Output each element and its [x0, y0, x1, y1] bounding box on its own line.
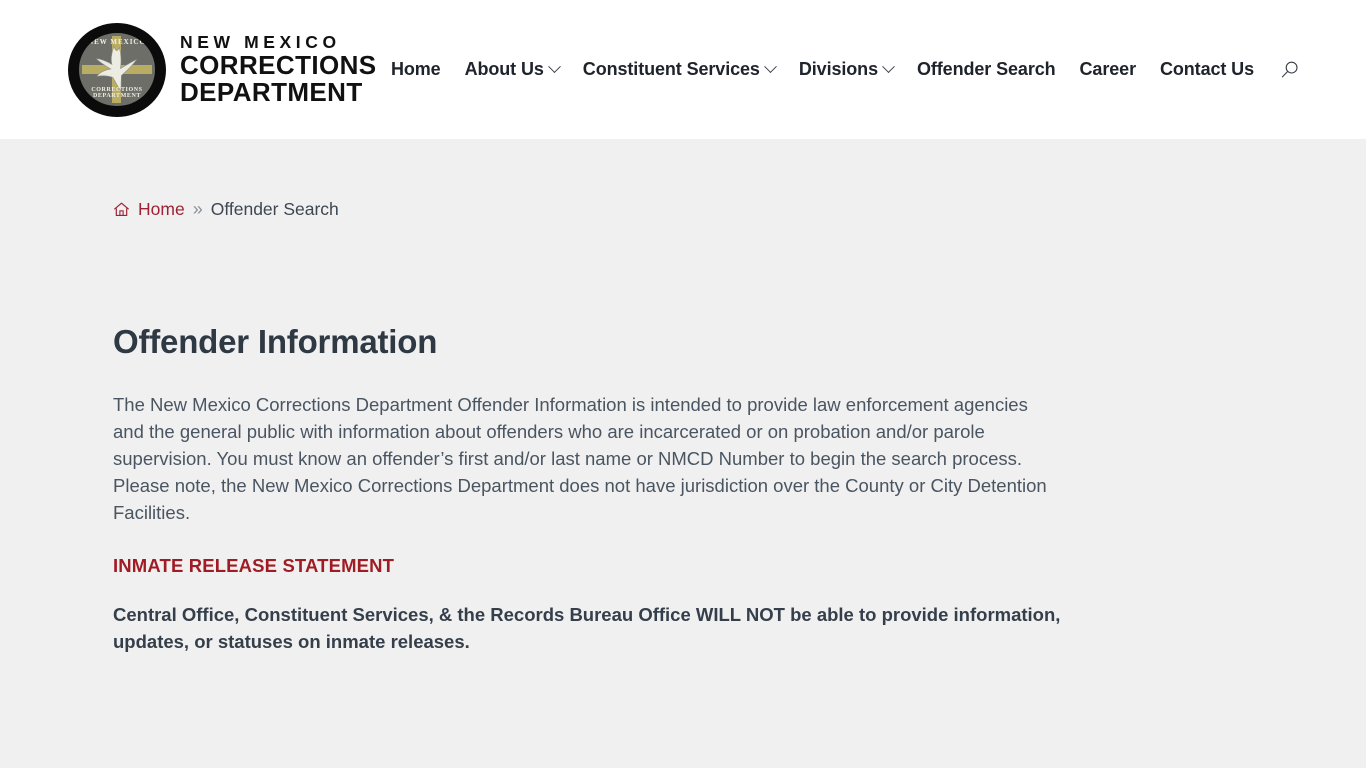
seal-bottom-text: CORRECTIONS DEPARTMENT [91, 86, 143, 99]
nmcd-seal-icon: NEW MEXICO CORRECTIONS DEPARTMENT [68, 22, 166, 117]
nav-item-career[interactable]: Career [1068, 59, 1148, 80]
wordmark-line-2: CORRECTIONS [180, 49, 377, 80]
nav-item-contact-us[interactable]: Contact Us [1148, 59, 1266, 80]
breadcrumb-current-page: Offender Search [210, 199, 339, 219]
wordmark-line-3: DEPARTMENT [180, 76, 363, 107]
nav-item-divisions[interactable]: Divisions [787, 59, 905, 80]
search-icon [1281, 61, 1298, 77]
main-navigation: Home About Us Constituent Services Divis… [391, 59, 1366, 80]
nav-item-offender-search[interactable]: Offender Search [905, 59, 1068, 80]
search-toggle-button[interactable] [1266, 60, 1300, 80]
nav-item-career-label: Career [1079, 59, 1137, 79]
chevron-down-icon [763, 60, 777, 74]
nav-item-home-label: Home [390, 59, 441, 79]
home-icon [114, 202, 129, 217]
chevron-down-icon [547, 60, 561, 74]
inmate-release-statement-title: INMATE RELEASE STATEMENT [113, 555, 395, 576]
breadcrumb: Home » Offender Search [113, 139, 1253, 220]
nav-item-about-us[interactable]: About Us [453, 59, 571, 80]
nav-item-about-us-label: About Us [464, 59, 544, 79]
site-header: NEW MEXICO CORRECTIONS DEPARTMENT NEW ME… [0, 0, 1366, 139]
inmate-release-statement-body: Central Office, Constituent Services, & … [113, 604, 1061, 652]
nav-item-contact-us-label: Contact Us [1159, 59, 1254, 79]
nav-item-divisions-label: Divisions [798, 59, 878, 79]
page-content: Home » Offender Search Offender Informat… [0, 139, 1366, 768]
brand-wordmark: NEW MEXICO CORRECTIONS DEPARTMENT [180, 31, 377, 107]
site-logo-link[interactable]: NEW MEXICO CORRECTIONS DEPARTMENT NEW ME… [68, 22, 377, 117]
nav-item-constituent-services-label: Constituent Services [582, 59, 760, 79]
breadcrumb-home-label: Home [138, 199, 185, 219]
nav-item-offender-search-label: Offender Search [916, 59, 1056, 79]
seal-top-text: NEW MEXICO [88, 38, 146, 47]
nav-item-home[interactable]: Home [391, 59, 453, 80]
nav-item-constituent-services[interactable]: Constituent Services [571, 59, 787, 80]
breadcrumb-separator: » [192, 199, 203, 219]
wordmark-line-1: NEW MEXICO [180, 31, 341, 52]
chevron-down-icon [882, 60, 895, 74]
intro-paragraph: The New Mexico Corrections Department Of… [113, 394, 1047, 523]
page-title: Offender Information [113, 323, 438, 360]
breadcrumb-home-link[interactable]: Home [113, 199, 185, 220]
